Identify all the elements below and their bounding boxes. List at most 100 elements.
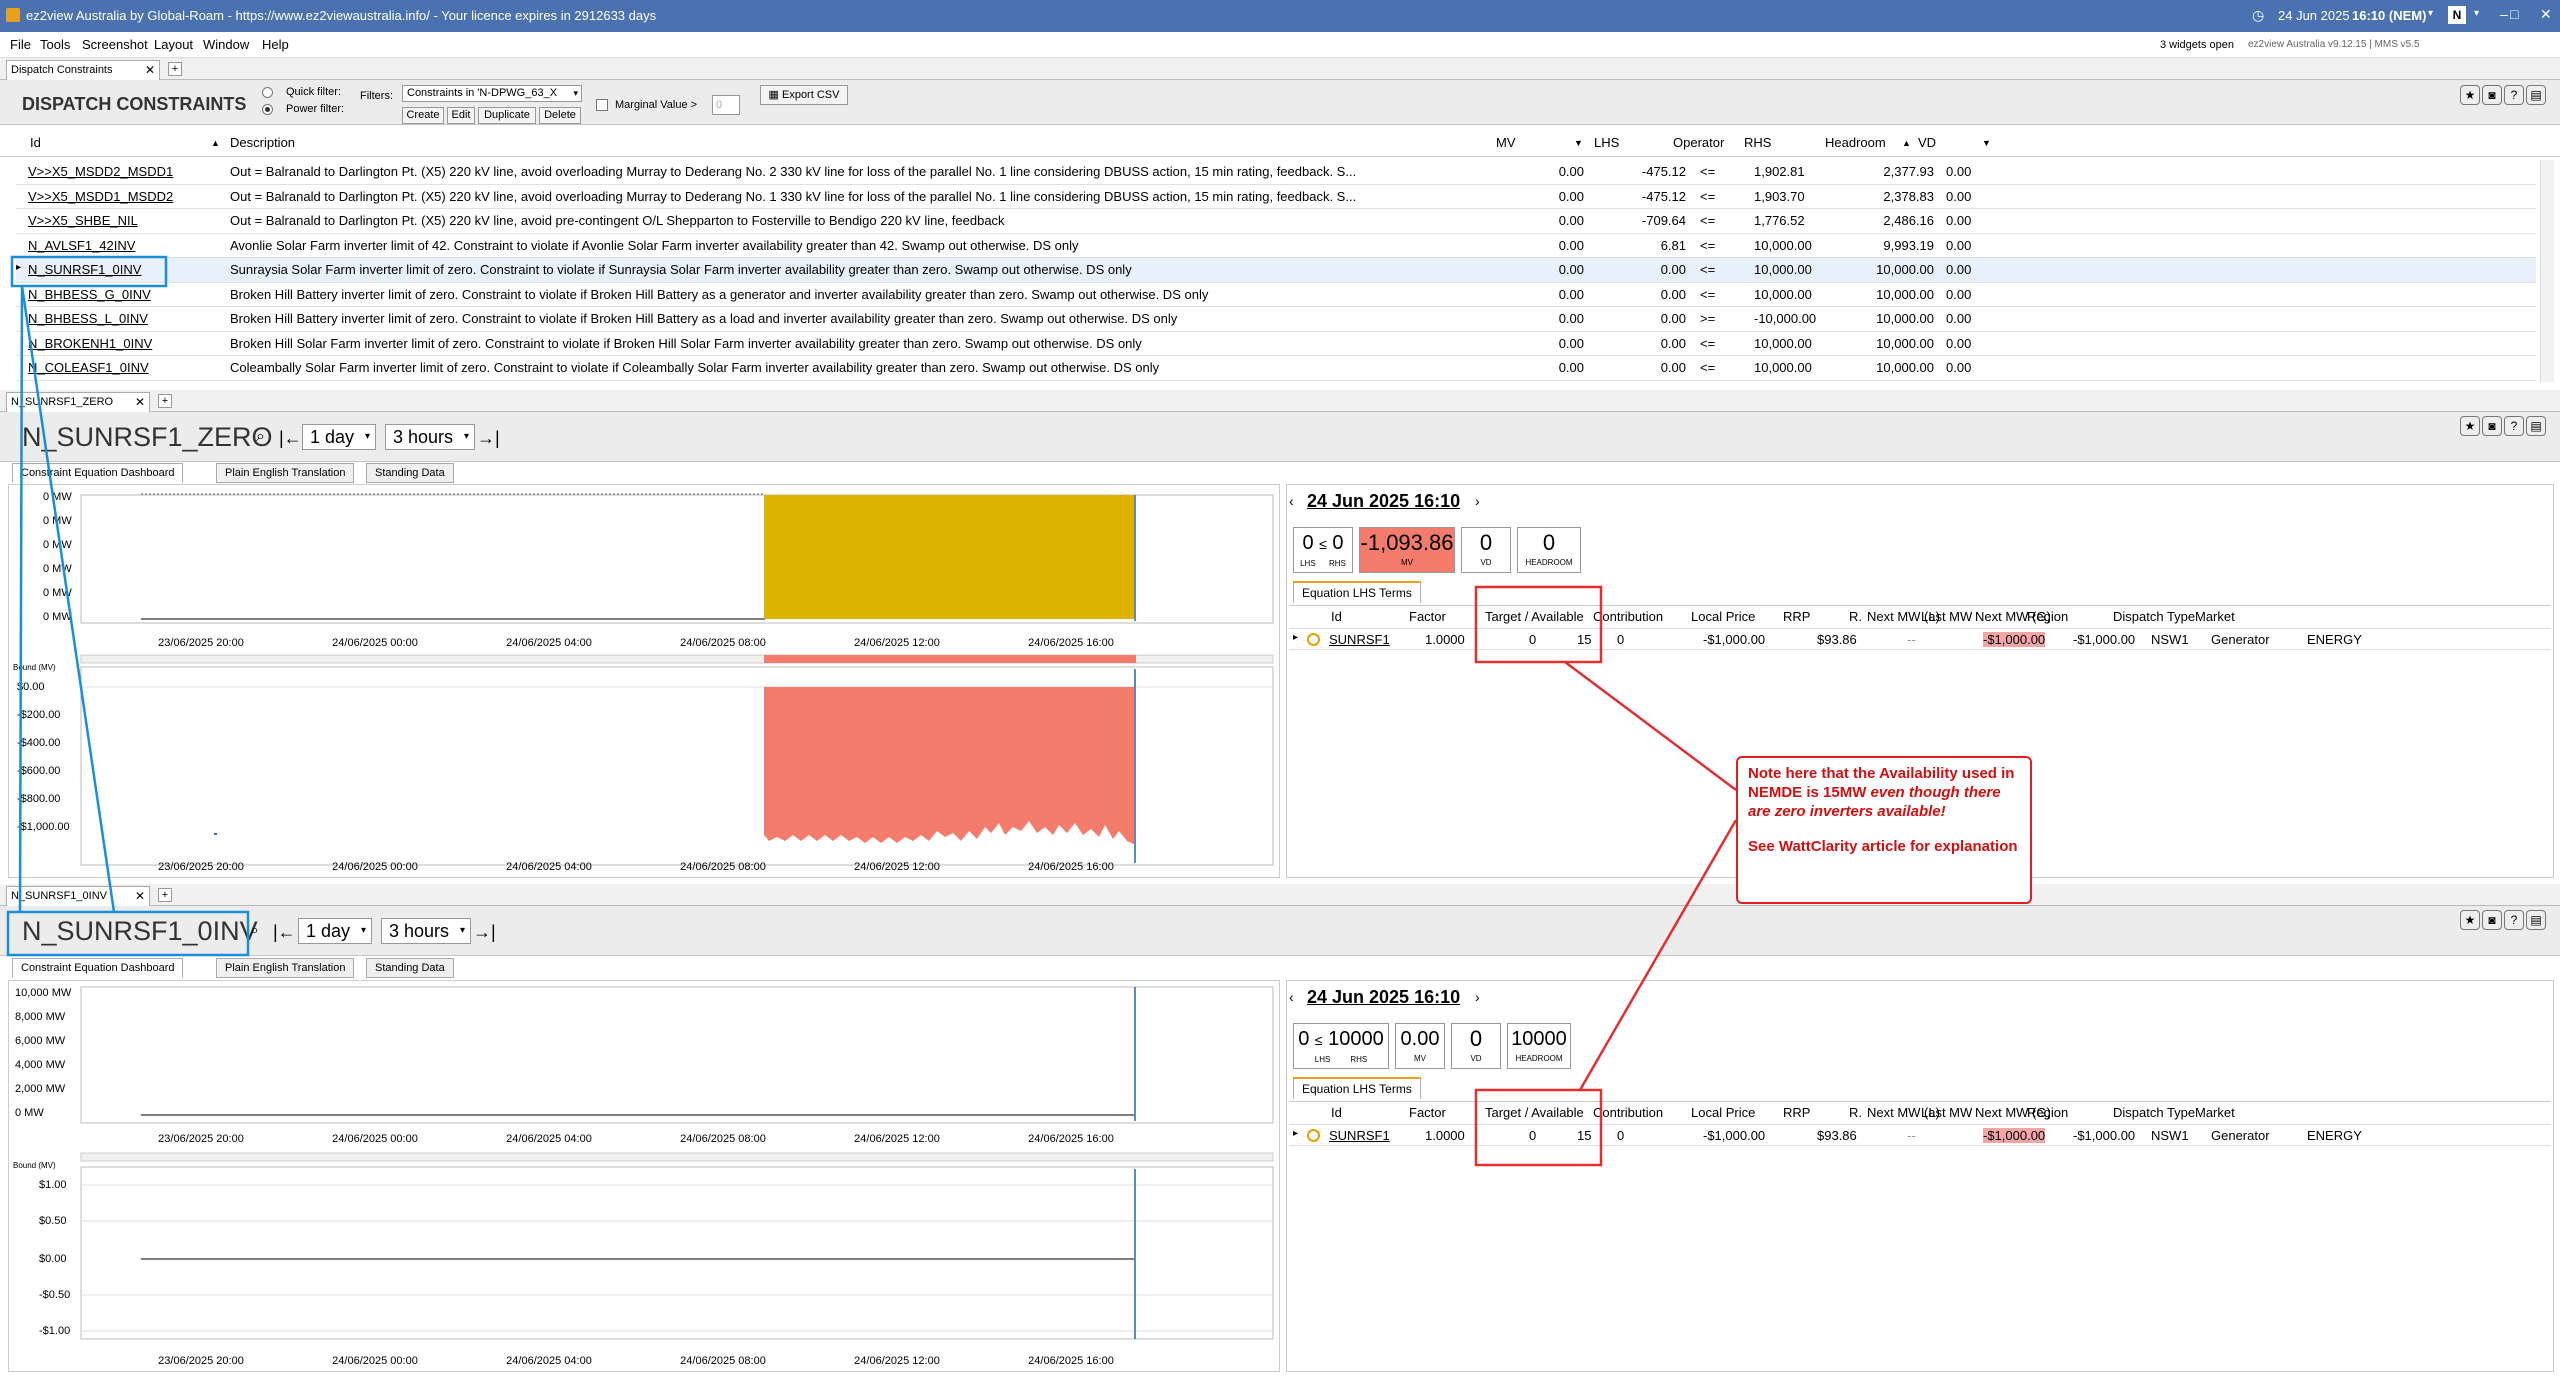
menu-file[interactable]: File [10, 32, 31, 58]
tab-plain-english[interactable]: Plain English Translation [216, 958, 355, 978]
col-rhs[interactable]: RHS [1744, 133, 1771, 153]
marginal-value-input[interactable]: 0 [712, 95, 740, 115]
tab-standing-data[interactable]: Standing Data [366, 958, 454, 978]
tab-constraint-equation-dashboard[interactable]: Constraint Equation Dashboard [12, 463, 184, 483]
grid-col-header[interactable]: Dispatch Type [2113, 609, 2195, 624]
network-dropdown-icon[interactable]: ▾ [2474, 8, 2479, 19]
filter-dropdown[interactable]: Constraints in 'N-DPWG_63_X ▾ [402, 85, 582, 102]
grid-col-header[interactable]: Last MW [1921, 609, 1972, 624]
cell-id[interactable]: N_BROKENH1_0INV [28, 336, 208, 351]
tab-equation-lhs-terms[interactable]: Equation LHS Terms [1293, 581, 1421, 603]
table-row[interactable]: N_COLEASF1_0INV Coleambally Solar Farm in… [16, 356, 2536, 381]
grid-col-header[interactable]: Last MW [1921, 1105, 1972, 1120]
tab-constraint-equation-dashboard[interactable]: Constraint Equation Dashboard [12, 958, 184, 978]
interval-datetime[interactable]: 24 Jun 2025 16:10 [1307, 987, 1460, 1008]
grid-col-header[interactable]: Factor [1409, 609, 1446, 624]
prev-icon[interactable]: ‹ [1289, 493, 1294, 509]
tab-n-sunrsf1-0inv[interactable]: N_SUNRSF1_0INV ✕ [6, 886, 150, 906]
table-row[interactable]: N_BHBESS_G_0INV Broken Hill Battery inver… [16, 283, 2536, 307]
help-icon[interactable]: ? [2504, 910, 2524, 930]
grid-col-header[interactable]: Factor [1409, 1105, 1446, 1120]
table-row[interactable]: N_AVLSF1_42INV Avonlie Solar Farm inverte… [16, 234, 2536, 258]
cell-id[interactable]: N_AVLSF1_42INV [28, 238, 208, 253]
menu-screenshot[interactable]: Screenshot [82, 32, 148, 58]
range-dropdown-1[interactable]: 1 day ▾ [298, 918, 372, 944]
close-icon[interactable]: ✕ [135, 887, 145, 905]
grid-col-header[interactable]: Region [2027, 609, 2068, 624]
cell-id[interactable]: V>>X5_MSDD1_MSDD2 [28, 189, 208, 204]
table-row[interactable]: V>>X5_MSDD2_MSDD1 Out = Balranald to Darl… [16, 160, 2536, 185]
col-operator[interactable]: Operator [1673, 133, 1724, 153]
help-icon[interactable]: ? [2504, 416, 2524, 436]
help-icon[interactable]: ? [2504, 85, 2524, 105]
close-icon[interactable]: ✕ [135, 393, 145, 411]
grid-col-header[interactable]: RRP [1783, 609, 1810, 624]
grid-col-header[interactable]: Local Price [1691, 609, 1755, 624]
cell-id[interactable]: N_COLEASF1_0INV [28, 360, 208, 375]
comment-icon[interactable]: ▤ [2526, 85, 2546, 105]
menu-tools[interactable]: Tools [40, 32, 70, 58]
tab-dispatch-constraints[interactable]: Dispatch Constraints ✕ [6, 60, 160, 80]
search-icon[interactable]: ⌕ [256, 428, 265, 446]
grid-col-header[interactable]: R. [1849, 1105, 1862, 1120]
tab-equation-lhs-terms[interactable]: Equation LHS Terms [1293, 1077, 1421, 1099]
range-dropdown-2[interactable]: 3 hours ▾ [385, 424, 475, 450]
minimize-button[interactable]: – [2500, 6, 2508, 22]
col-lhs[interactable]: LHS [1594, 133, 1619, 153]
grid-col-header[interactable]: R. [1849, 609, 1862, 624]
jump-end-icon[interactable]: →| [473, 920, 496, 944]
cell-id[interactable]: V>>X5_SHBE_NIL [28, 213, 208, 228]
table-row[interactable]: V>>X5_MSDD1_MSDD2 Out = Balranald to Darl… [16, 185, 2536, 209]
add-tab-button[interactable]: + [158, 888, 172, 902]
star-icon[interactable]: ★ [2460, 910, 2480, 930]
quick-filter-radio[interactable] [262, 87, 273, 98]
comment-icon[interactable]: ▤ [2526, 910, 2546, 930]
comment-icon[interactable]: ▤ [2526, 416, 2546, 436]
create-button[interactable]: Create [402, 107, 444, 124]
col-description[interactable]: Description [230, 133, 295, 153]
range-dropdown-2[interactable]: 3 hours ▾ [381, 918, 471, 944]
search-icon[interactable]: ⌕ [250, 922, 259, 940]
jump-start-icon[interactable]: |← [279, 426, 302, 450]
tab-standing-data[interactable]: Standing Data [366, 463, 454, 483]
add-tab-button[interactable]: + [168, 62, 182, 76]
star-icon[interactable]: ★ [2460, 416, 2480, 436]
menu-layout[interactable]: Layout [154, 32, 193, 58]
grid-col-header[interactable]: Id [1331, 609, 1342, 624]
interval-datetime[interactable]: 24 Jun 2025 16:10 [1307, 491, 1460, 512]
menu-window[interactable]: Window [203, 32, 249, 58]
close-icon[interactable]: ✕ [145, 61, 155, 79]
table-row[interactable]: V>>X5_SHBE_NIL Out = Balranald to Darling… [16, 209, 2536, 234]
marginal-value-checkbox[interactable] [596, 99, 608, 111]
col-vd[interactable]: VD [1918, 133, 1936, 153]
next-icon[interactable]: › [1475, 989, 1480, 1005]
row-expand-icon[interactable]: ▸ [1293, 1128, 1298, 1139]
table-row[interactable]: ▸ SUNRSF1 1.0000 0 15 0 -$1,000.00 $93.86 -- -$1,… [1289, 628, 2551, 650]
cell-id[interactable]: N_SUNRSF1_0INV [28, 262, 208, 277]
table-row[interactable]: ▸ N_SUNRSF1_0INV Sunraysia Solar Farm inve… [16, 258, 2536, 283]
export-csv-button[interactable]: ▦ Export CSV [760, 85, 848, 105]
duplicate-button[interactable]: Duplicate [478, 107, 536, 124]
camera-icon[interactable]: ◙ [2482, 85, 2502, 105]
power-filter-radio[interactable] [262, 104, 273, 115]
tab-plain-english[interactable]: Plain English Translation [216, 463, 355, 483]
network-icon[interactable]: N [2448, 6, 2466, 24]
row-expand-icon[interactable]: ▸ [1293, 632, 1298, 643]
edit-button[interactable]: Edit [447, 107, 475, 124]
table-row[interactable]: N_BROKENH1_0INV Broken Hill Solar Farm in… [16, 332, 2536, 356]
cell-id[interactable]: SUNRSF1 [1329, 632, 1390, 647]
next-icon[interactable]: › [1475, 493, 1480, 509]
cell-id[interactable]: V>>X5_MSDD2_MSDD1 [28, 164, 208, 179]
jump-end-icon[interactable]: →| [477, 426, 500, 450]
range-dropdown-1[interactable]: 1 day ▾ [302, 424, 376, 450]
grid-col-header[interactable]: Dispatch Type [2113, 1105, 2195, 1120]
grid-col-header[interactable]: Region [2027, 1105, 2068, 1120]
table-scrollbar[interactable] [2540, 160, 2554, 382]
camera-icon[interactable]: ◙ [2482, 416, 2502, 436]
cell-id[interactable]: N_BHBESS_L_0INV [28, 311, 208, 326]
delete-button[interactable]: Delete [539, 107, 581, 124]
grid-col-header[interactable]: Contribution [1593, 1105, 1663, 1120]
star-icon[interactable]: ★ [2460, 85, 2480, 105]
col-mv[interactable]: MV [1496, 133, 1516, 153]
grid-col-header[interactable]: Target / Available [1485, 1105, 1584, 1120]
